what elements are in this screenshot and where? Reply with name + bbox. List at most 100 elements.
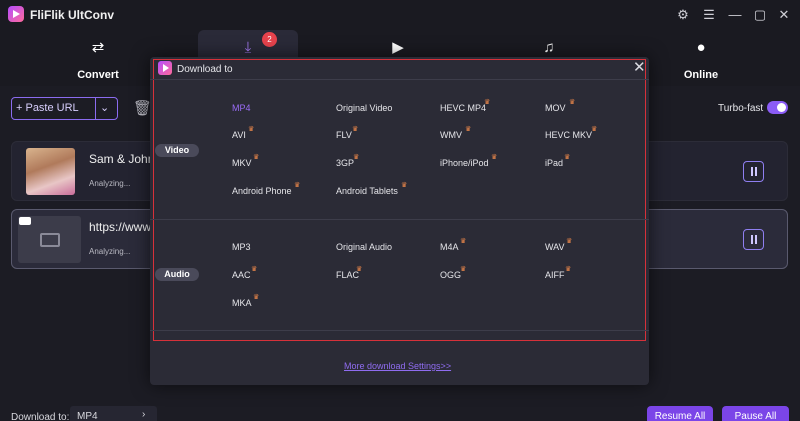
title-bar: FliFlik UltConv ⚙ ☰ — ▢ ✕ (0, 0, 800, 30)
gear-icon[interactable]: ⚙ (675, 7, 691, 23)
format-label: WMV (440, 130, 462, 140)
format-option-hevc-mkv[interactable]: HEVC MKV ♛ (545, 126, 597, 140)
app-logo-icon (8, 6, 24, 22)
format-option-mp3[interactable]: MP3 (232, 242, 251, 252)
format-option-mp4[interactable]: MP4 (232, 103, 251, 113)
format-label: FLV (336, 130, 352, 140)
format-option-avi[interactable]: AVI ♛ (232, 126, 254, 140)
premium-crown-icon: ♛ (253, 154, 260, 161)
item-status: Analyzing... (89, 179, 131, 188)
format-option-3gp[interactable]: 3GP ♛ (336, 154, 359, 168)
premium-crown-icon: ♛ (460, 266, 467, 273)
format-option-android-tablets[interactable]: Android Tablets ♛ (336, 182, 407, 196)
item-title: https://www (89, 220, 152, 234)
format-option-original-video[interactable]: Original Video (336, 103, 392, 113)
download-count-badge: 2 (262, 32, 277, 47)
app-title: FliFlik UltConv (30, 8, 114, 22)
close-icon[interactable]: ✕ (633, 60, 646, 76)
premium-crown-icon: ♛ (591, 126, 598, 133)
format-option-m4a[interactable]: M4A ♛ (440, 238, 466, 252)
premium-crown-icon: ♛ (253, 294, 260, 301)
format-option-flv[interactable]: FLV ♛ (336, 126, 358, 140)
format-option-mka[interactable]: MKA ♛ (232, 294, 259, 308)
format-option-hevc-mp4[interactable]: HEVC MP4 ♛ (440, 99, 490, 113)
premium-crown-icon: ♛ (565, 266, 572, 273)
tab-label: Online (683, 69, 719, 81)
premium-crown-icon: ♛ (251, 266, 258, 273)
premium-crown-icon: ♛ (491, 154, 498, 161)
format-label: 3GP (336, 158, 355, 168)
turbo-fast-toggle[interactable] (767, 101, 788, 114)
divider (150, 79, 649, 80)
format-option-aac[interactable]: AAC ♛ (232, 266, 257, 280)
format-option-original-audio[interactable]: Original Audio (336, 242, 392, 252)
format-option-mkv[interactable]: MKV ♛ (232, 154, 259, 168)
premium-crown-icon: ♛ (352, 126, 359, 133)
premium-crown-icon: ♛ (356, 266, 363, 273)
premium-crown-icon: ♛ (294, 182, 301, 189)
download-icon: ⤓ (244, 39, 252, 56)
format-option-wmv[interactable]: WMV ♛ (440, 126, 471, 140)
pause-all-button[interactable]: Pause All (722, 406, 789, 421)
premium-crown-icon: ♛ (465, 126, 472, 133)
more-download-settings-link[interactable]: More download Settings>> (344, 361, 451, 371)
trash-icon[interactable]: 🗑 (133, 99, 152, 117)
divider (150, 219, 649, 220)
chevron-down-icon[interactable]: ⌄ (100, 101, 109, 114)
premium-crown-icon: ♛ (484, 99, 491, 106)
play-icon: ▶ (392, 39, 404, 56)
globe-icon: ● (696, 39, 706, 56)
format-label: HEVC MKV (545, 130, 593, 140)
audio-category-label: Audio (155, 268, 199, 281)
tab-label: Convert (77, 69, 119, 81)
format-label: MOV (545, 103, 566, 113)
chevron-right-icon: › (142, 409, 146, 420)
premium-crown-icon: ♛ (248, 126, 255, 133)
dialog-title: Download to (177, 64, 233, 75)
video-category-label: Video (155, 144, 199, 157)
format-option-wav[interactable]: WAV ♛ (545, 238, 572, 252)
app-logo-icon (158, 61, 172, 75)
maximize-icon[interactable]: ▢ (752, 7, 768, 23)
format-label: AVI (232, 130, 246, 140)
resume-all-button[interactable]: Resume All (647, 406, 713, 421)
format-label: MKA (232, 298, 252, 308)
pause-button[interactable] (743, 229, 764, 250)
format-label: Android Tablets (336, 186, 398, 196)
divider (150, 330, 649, 331)
menu-icon[interactable]: ☰ (701, 7, 717, 23)
format-option-android-phone[interactable]: Android Phone ♛ (232, 182, 300, 196)
format-label: Android Phone (232, 186, 292, 196)
format-option-aiff[interactable]: AIFF ♛ (545, 266, 571, 280)
paste-url-label: + Paste URL (16, 102, 79, 114)
format-label: HEVC MP4 (440, 103, 487, 113)
format-option-ogg[interactable]: OGG ♛ (440, 266, 466, 280)
premium-crown-icon: ♛ (566, 238, 573, 245)
download-to-select[interactable]: MP4 › (70, 406, 157, 421)
video-thumbnail (26, 148, 75, 195)
turbo-fast-label: Turbo-fast (718, 103, 764, 114)
music-icon: ♫ (543, 39, 555, 56)
minimize-icon[interactable]: — (727, 7, 743, 23)
format-label: AIFF (545, 270, 565, 280)
tab-convert[interactable]: ⇄ Convert (48, 30, 148, 86)
pause-button[interactable] (743, 161, 764, 182)
format-label: OGG (440, 270, 462, 280)
format-option-flac[interactable]: FLAC ♛ (336, 266, 362, 280)
premium-crown-icon: ♛ (564, 154, 571, 161)
format-option-mov[interactable]: MOV ♛ (545, 99, 575, 113)
format-option-iphone-ipod[interactable]: iPhone/iPod ♛ (440, 154, 497, 168)
download-to-value: MP4 (77, 411, 98, 421)
video-placeholder-icon (40, 233, 60, 247)
premium-crown-icon: ♛ (353, 154, 360, 161)
format-label: iPad (545, 158, 564, 168)
download-to-dialog: Download to ✕ Video Audio MP4 Original V… (150, 57, 649, 385)
item-status: Analyzing... (89, 247, 131, 256)
paste-url-button[interactable]: + Paste URL ⌄ (11, 97, 118, 120)
format-label: M4A (440, 242, 459, 252)
download-to-label: Download to: (11, 412, 70, 421)
format-option-ipad[interactable]: iPad ♛ (545, 154, 570, 168)
tab-online[interactable]: ● Online (651, 30, 751, 86)
format-label: AAC (232, 270, 251, 280)
close-icon[interactable]: ✕ (776, 7, 792, 23)
